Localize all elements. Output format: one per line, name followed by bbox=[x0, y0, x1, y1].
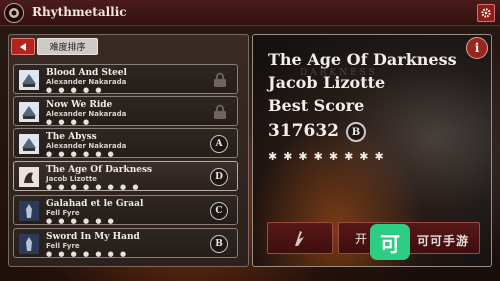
sort-by-difficulty-button[interactable]: 难度排序 bbox=[37, 38, 98, 55]
song-title: Blood And Steel bbox=[46, 68, 127, 78]
best-score-label: Best Score bbox=[268, 96, 365, 115]
song-item[interactable]: Sword In My Hand Fell Fyre ● ● ● ● ● ● ●… bbox=[13, 228, 238, 258]
difficulty-dots: ● ● ● ● ● ● ● ● bbox=[46, 183, 141, 191]
watermark-logo: 可 bbox=[370, 224, 410, 260]
song-title: Now We Ride bbox=[46, 100, 113, 110]
title-bar: Rhythmetallic bbox=[0, 0, 500, 26]
difficulty-dots: ● ● ● ● ● ● bbox=[46, 150, 116, 158]
grade-badge: D bbox=[210, 168, 228, 186]
app-logo-icon bbox=[4, 3, 24, 23]
back-arrow-icon bbox=[20, 42, 26, 51]
metal-album-icon bbox=[18, 101, 40, 123]
grade-badge: C bbox=[210, 202, 228, 220]
song-item[interactable]: The Abyss Alexander Nakarada ● ● ● ● ● ●… bbox=[13, 128, 238, 158]
song-artist: Alexander Nakarada bbox=[46, 142, 127, 150]
difficulty-dots: ● ● ● ● bbox=[46, 118, 92, 126]
lock-icon bbox=[214, 104, 226, 119]
dark-album-icon bbox=[18, 166, 40, 188]
song-artist: Jacob Lizotte bbox=[46, 175, 97, 183]
best-score-value: 317632 bbox=[268, 121, 339, 141]
song-artist: Alexander Nakarada bbox=[46, 110, 127, 118]
app-title: Rhythmetallic bbox=[32, 5, 127, 19]
song-item[interactable]: Galahad et le Graal Fell Fyre ● ● ● ● ● … bbox=[13, 195, 238, 225]
mode-button[interactable] bbox=[267, 222, 333, 254]
slash-mark-icon bbox=[295, 231, 304, 246]
song-artist: Alexander Nakarada bbox=[46, 78, 127, 86]
song-artist: Fell Fyre bbox=[46, 242, 80, 250]
knight-album-icon bbox=[18, 200, 40, 222]
knight-album-icon bbox=[18, 233, 40, 255]
detail-artist: Jacob Lizotte bbox=[268, 73, 386, 92]
grade-badge: A bbox=[210, 135, 228, 153]
song-artist: Fell Fyre bbox=[46, 209, 80, 217]
difficulty-stars: ✱✱✱✱✱✱✱✱ bbox=[268, 150, 390, 163]
difficulty-dots: ● ● ● ● ● ● bbox=[46, 217, 116, 225]
watermark-text: 可可手游 bbox=[417, 234, 470, 248]
song-title: Galahad et le Graal bbox=[46, 199, 144, 209]
song-title: Sword In My Hand bbox=[46, 232, 140, 242]
detail-song-title: The Age Of Darkness bbox=[268, 50, 457, 69]
difficulty-dots: ● ● ● ● ● bbox=[46, 86, 104, 94]
difficulty-dots: ● ● ● ● ● ● ● bbox=[46, 250, 129, 258]
song-item-selected[interactable]: The Age Of Darkness Jacob Lizotte ● ● ● … bbox=[13, 161, 238, 191]
settings-button[interactable] bbox=[477, 4, 495, 22]
lock-icon bbox=[214, 72, 226, 87]
gear-icon bbox=[481, 8, 491, 18]
song-title: The Age Of Darkness bbox=[46, 165, 153, 175]
song-item[interactable]: Blood And Steel Alexander Nakarada ● ● ●… bbox=[13, 64, 238, 94]
back-button[interactable] bbox=[11, 38, 35, 55]
info-button[interactable]: i bbox=[466, 37, 488, 59]
detail-grade-badge: B bbox=[346, 122, 366, 142]
grade-badge: B bbox=[210, 235, 228, 253]
song-item[interactable]: Now We Ride Alexander Nakarada ● ● ● ● bbox=[13, 96, 238, 126]
song-title: The Abyss bbox=[46, 132, 97, 142]
metal-album-icon bbox=[18, 69, 40, 91]
metal-album-icon bbox=[18, 133, 40, 155]
